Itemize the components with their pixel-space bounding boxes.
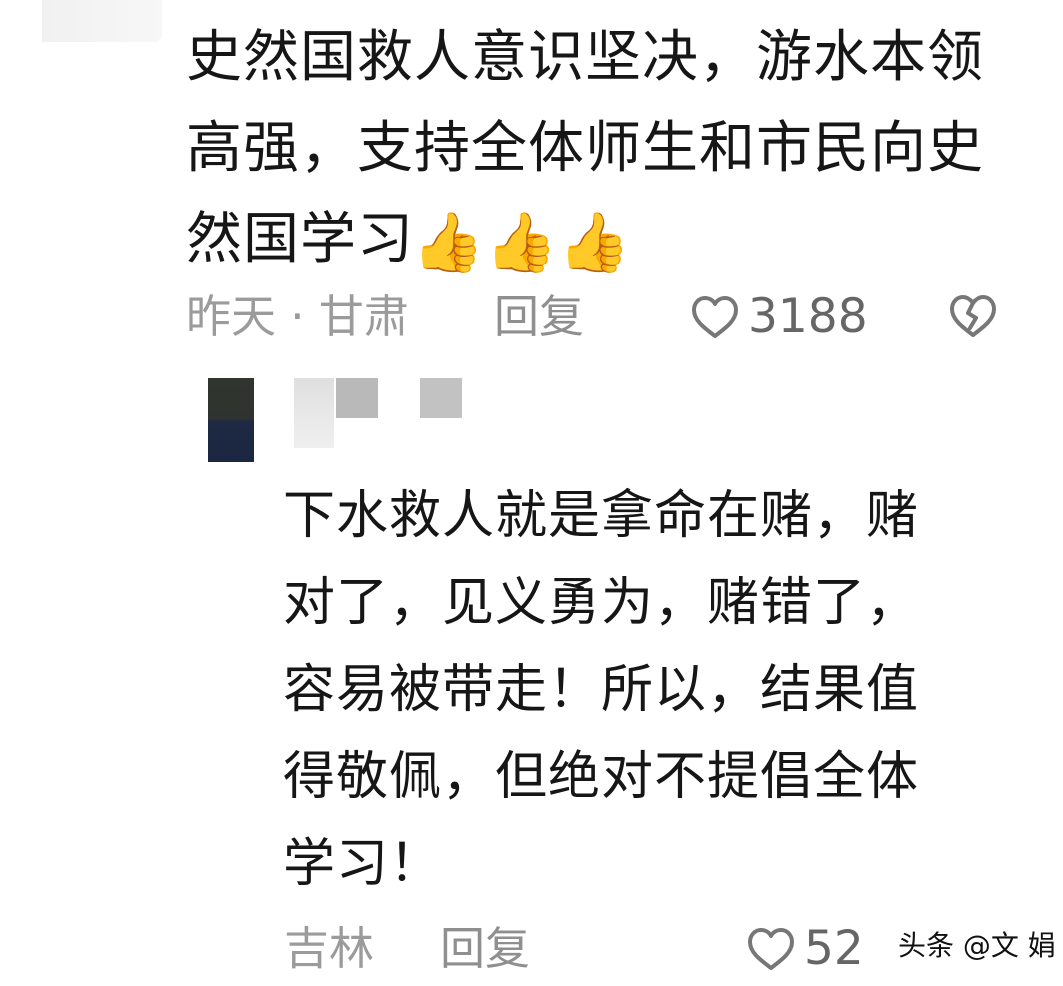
reply-username-blur bbox=[420, 378, 462, 418]
reply-button[interactable]: 回复 bbox=[494, 282, 584, 352]
comment-location: 昨天 · 甘肃 bbox=[186, 290, 409, 343]
watermark: 头条 @文 娟 bbox=[892, 921, 1062, 971]
comments-screenshot: 史然国救人意识坚决，游水本领 高强，支持全体师生和市民向史 然国学习👍👍👍 昨天… bbox=[0, 0, 1063, 986]
reply-username-blur bbox=[294, 378, 334, 448]
like-button[interactable]: 3188 bbox=[690, 282, 868, 352]
reply-location: 吉林 bbox=[284, 922, 375, 975]
broken-heart-icon[interactable] bbox=[948, 293, 998, 339]
like-count: 3188 bbox=[748, 289, 868, 344]
thumbs-up-emoji-icon: 👍👍👍 bbox=[412, 208, 632, 276]
like-button[interactable]: 52 bbox=[746, 914, 864, 984]
like-count: 52 bbox=[804, 921, 864, 976]
reply-username-blur bbox=[336, 378, 378, 418]
reply-text: 下水救人就是拿命在赌，赌 对了，见义勇为，赌错了， 容易被带走！所以，结果值 得… bbox=[283, 486, 920, 894]
reply-button[interactable]: 回复 bbox=[440, 914, 530, 984]
comment-text: 史然国救人意识坚决，游水本领 高强，支持全体师生和市民向史 然国学习👍👍👍 bbox=[186, 12, 1016, 285]
heart-icon bbox=[692, 296, 738, 338]
heart-icon bbox=[748, 928, 794, 970]
reply-avatar bbox=[208, 378, 254, 462]
comment-meta-row: 昨天 · 甘肃 回复 3188 bbox=[0, 282, 1063, 352]
avatar-partial bbox=[42, 0, 162, 42]
